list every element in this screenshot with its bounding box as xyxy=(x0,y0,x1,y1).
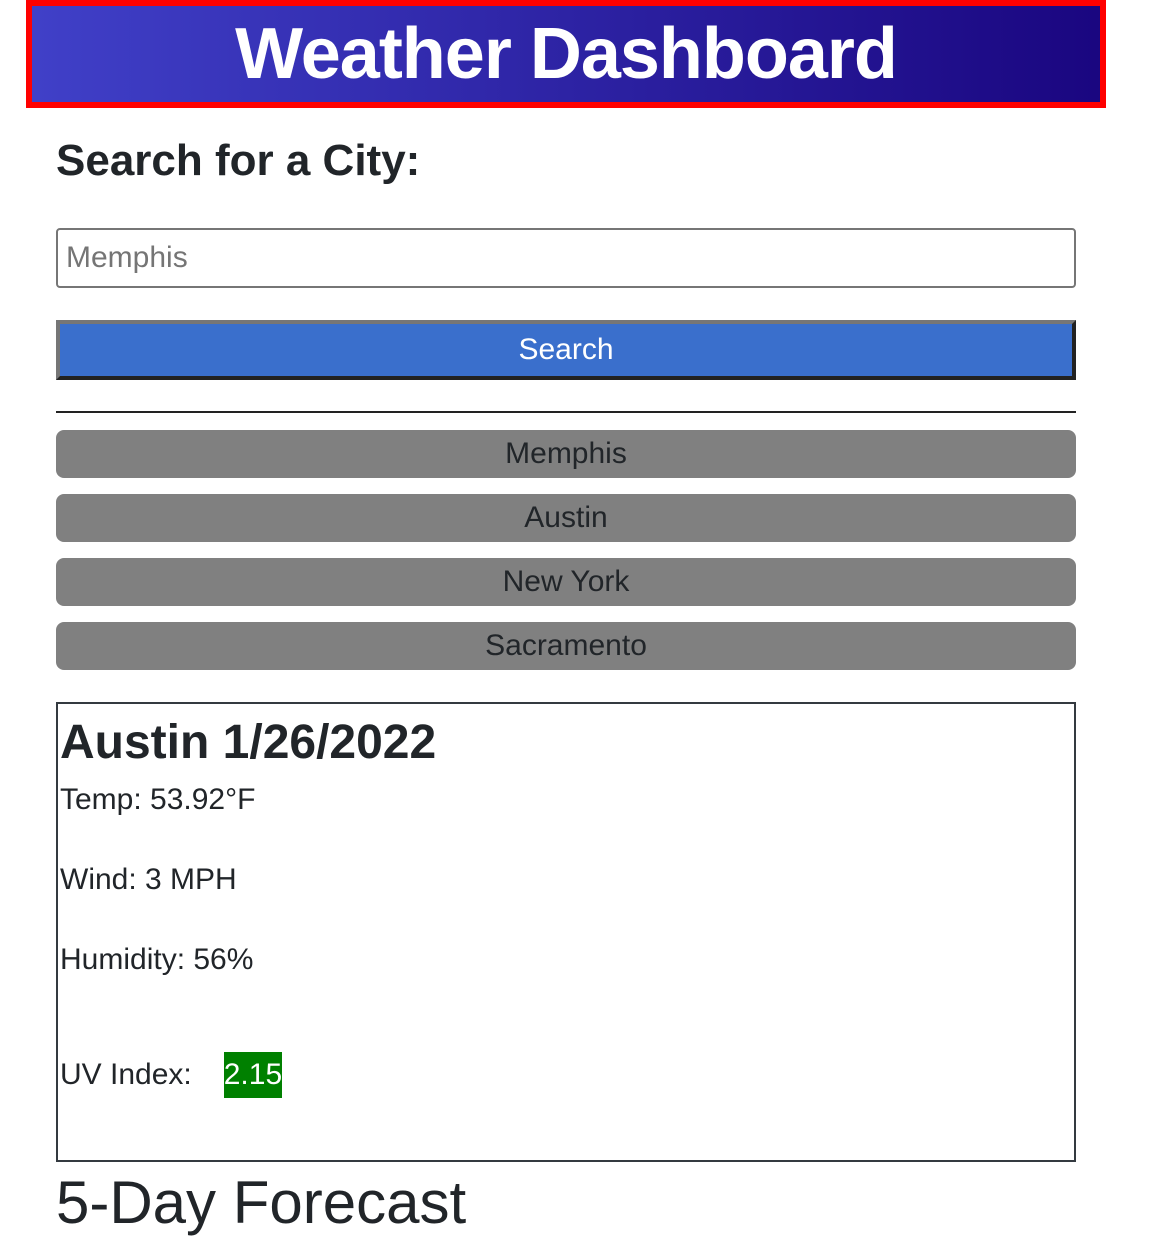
history-button-new-york[interactable]: New York xyxy=(56,558,1076,606)
search-history: Memphis Austin New York Sacramento xyxy=(56,430,1076,670)
uv-index-label: UV Index: xyxy=(60,1058,192,1091)
divider xyxy=(56,411,1076,413)
temperature: Temp: 53.92°F xyxy=(60,783,256,816)
humidity: Humidity: 56% xyxy=(60,943,254,976)
wind: Wind: 3 MPH xyxy=(60,863,237,896)
city-search-input[interactable] xyxy=(56,228,1076,288)
page-header: Weather Dashboard xyxy=(26,0,1106,108)
uv-index-badge: 2.15 xyxy=(223,1052,283,1098)
search-button[interactable]: Search xyxy=(56,320,1076,380)
uv-index-row: UV Index: 2.15 xyxy=(60,1052,1072,1098)
current-weather-title: Austin 1/26/2022 xyxy=(60,716,437,769)
search-heading: Search for a City: xyxy=(56,136,421,185)
current-weather-card: Austin 1/26/2022 Temp: 53.92°F Wind: 3 M… xyxy=(56,702,1076,1162)
page-title: Weather Dashboard xyxy=(235,14,898,94)
history-button-memphis[interactable]: Memphis xyxy=(56,430,1076,478)
history-button-austin[interactable]: Austin xyxy=(56,494,1076,542)
history-button-sacramento[interactable]: Sacramento xyxy=(56,622,1076,670)
forecast-heading: 5-Day Forecast xyxy=(56,1169,467,1236)
